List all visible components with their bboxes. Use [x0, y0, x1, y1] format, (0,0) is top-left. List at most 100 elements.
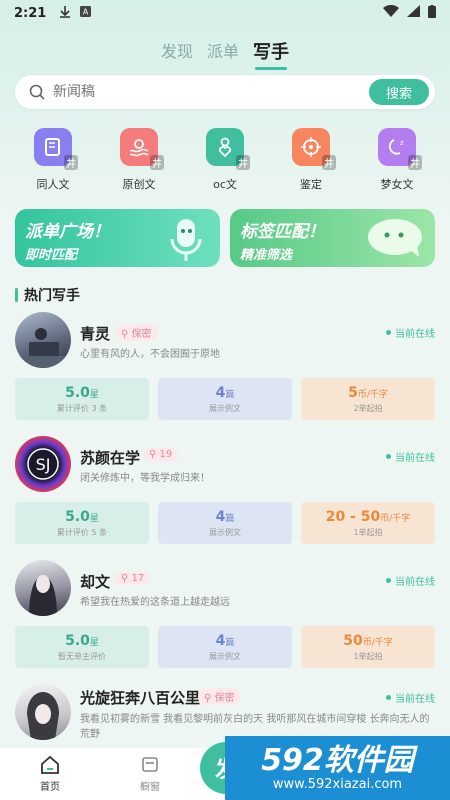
- person-heart-icon: 井: [206, 128, 250, 170]
- badge-text: 17: [131, 573, 145, 584]
- rating-unit: 星: [89, 513, 99, 524]
- writer-stats: 5.0星 累计评价 3 条 4篇 展示例文 5币/千字 2单起拍: [15, 378, 435, 420]
- gender-badge: ⚲ 保密: [115, 324, 158, 341]
- price-value: 20 - 50: [325, 508, 381, 525]
- watermark-url: www.592xiazai.com: [272, 776, 403, 792]
- price-stat: 50币/千字 1单起拍: [301, 626, 435, 668]
- tab-dispatch[interactable]: 派单: [205, 34, 241, 68]
- price-sub: 1单起拍: [353, 651, 383, 661]
- status-bar: 2:21 A: [0, 0, 450, 26]
- rating-value: 5.0: [65, 632, 90, 649]
- nav-label: 首页: [40, 782, 60, 793]
- writer-stats: 5.0星 暂无单主评价 4篇展示例文 50币/千字 1单起拍: [15, 626, 435, 668]
- rating-value: 5.0: [65, 508, 90, 525]
- svg-text:SJ: SJ: [36, 455, 51, 474]
- book-icon: 井: [34, 128, 78, 170]
- samples-stat: 4篇展示例文: [158, 626, 292, 668]
- writer-stats: 5.0星累计评价 5 条 4篇展示例文 20 - 50币/千字 1单起拍: [15, 502, 435, 544]
- category-original[interactable]: 井 原创文: [101, 128, 177, 192]
- banner-row: 派单广场！ 即时匹配 标签匹配！ 精准筛选: [15, 209, 435, 267]
- tab-discover[interactable]: 发现: [159, 34, 195, 68]
- samples-stat: 4篇展示例文: [158, 502, 292, 544]
- bulb-icon: 井: [120, 128, 164, 170]
- writer-name: 苏颜在学: [80, 449, 141, 467]
- signal-icon: [407, 5, 420, 21]
- price-unit: 币/千字: [357, 389, 388, 400]
- price-unit: 币/千字: [380, 513, 411, 524]
- online-text: 当前在线: [395, 329, 435, 340]
- samples-sub: 展示例文: [209, 651, 241, 661]
- gender-badge: ⚲ 17: [115, 572, 151, 585]
- category-label: 鉴定: [300, 178, 322, 191]
- search-input[interactable]: [53, 84, 369, 100]
- category-oc[interactable]: 井 oc文: [187, 128, 263, 192]
- nav-home[interactable]: 首页: [0, 748, 100, 800]
- price-sub: 1单起拍: [353, 527, 383, 537]
- writer-bio: 闭关修炼中，等我学成归来！: [80, 473, 210, 484]
- online-text: 当前在线: [395, 694, 435, 705]
- samples-sub: 展示例文: [209, 403, 241, 413]
- avatar[interactable]: [15, 312, 71, 368]
- battery-icon: [428, 4, 436, 22]
- microphone-icon: [162, 215, 210, 267]
- download-icon: [60, 5, 71, 21]
- writer-name: 光旋狂奔八百公里: [80, 689, 201, 707]
- rating-stat: 5.0星 暂无单主评价: [15, 626, 149, 668]
- search-icon: [29, 84, 45, 100]
- samples-sub: 展示例文: [209, 527, 241, 537]
- svg-text:A: A: [83, 8, 89, 17]
- samples-stat: 4篇 展示例文: [158, 378, 292, 420]
- status-time: 2:21: [14, 5, 47, 21]
- watermark-text: 592软件园: [261, 742, 414, 778]
- price-sub: 2单起拍: [353, 403, 383, 413]
- category-label: oc文: [213, 178, 237, 191]
- inbox-icon: [140, 755, 160, 778]
- rating-value: 5.0: [65, 384, 90, 401]
- search-button[interactable]: 搜索: [369, 79, 429, 105]
- gender-badge: ⚲ 保密: [198, 688, 241, 705]
- category-fanfic[interactable]: 井 同人文: [15, 128, 91, 192]
- rating-unit: 星: [89, 389, 99, 400]
- keyboard-icon: A: [80, 6, 92, 20]
- avatar[interactable]: [15, 560, 71, 616]
- rating-unit: 星: [89, 637, 99, 648]
- price-stat: 5币/千字 2单起拍: [301, 378, 435, 420]
- moon-icon: z 井: [378, 128, 422, 170]
- wifi-icon: [383, 4, 399, 21]
- category-label: 原创文: [122, 178, 156, 191]
- price-value: 50: [343, 632, 363, 649]
- samples-value: 4: [215, 632, 226, 649]
- banner-tag-match[interactable]: 标签匹配！ 精准筛选: [230, 209, 435, 267]
- category-label: 同人文: [36, 178, 70, 191]
- gender-badge: ⚲ 19: [143, 448, 179, 461]
- rating-sub: 累计评价 3 条: [56, 403, 108, 413]
- online-status: 当前在线: [386, 573, 435, 588]
- rating-stat: 5.0星累计评价 5 条: [15, 502, 149, 544]
- category-dream[interactable]: z 井 梦女文: [359, 128, 435, 192]
- rating-sub: 累计评价 5 条: [56, 527, 108, 537]
- svg-text:z: z: [400, 139, 404, 147]
- avatar[interactable]: [15, 684, 71, 740]
- avatar[interactable]: SJ: [15, 436, 71, 492]
- writer-name: 青灵: [80, 325, 111, 343]
- writer-bio: 心里有风的人，不会困囿于原地: [80, 349, 220, 360]
- online-text: 当前在线: [395, 577, 435, 588]
- badge-text: 19: [159, 449, 173, 460]
- section-title: 热门写手: [15, 285, 80, 305]
- tab-writers[interactable]: 写手: [251, 34, 291, 70]
- chat-bubble-icon: [365, 215, 425, 265]
- samples-unit: 篇: [225, 513, 235, 524]
- badge-text: 保密: [214, 693, 235, 704]
- category-row: 井 同人文 井 原创文 井 oc文 井 鉴定 z 井 梦女文: [0, 128, 450, 192]
- category-label: 梦女文: [380, 178, 414, 191]
- nav-showcase[interactable]: 橱窗: [100, 748, 200, 800]
- target-icon: 井: [292, 128, 336, 170]
- banner-dispatch-square[interactable]: 派单广场！ 即时匹配: [15, 209, 220, 267]
- samples-value: 4: [215, 508, 226, 525]
- category-appraise[interactable]: 井 鉴定: [273, 128, 349, 192]
- home-icon: [40, 755, 60, 778]
- writer-name: 却文: [80, 573, 111, 591]
- online-status: 当前在线: [386, 325, 435, 340]
- samples-unit: 篇: [225, 389, 235, 400]
- samples-unit: 篇: [225, 637, 235, 648]
